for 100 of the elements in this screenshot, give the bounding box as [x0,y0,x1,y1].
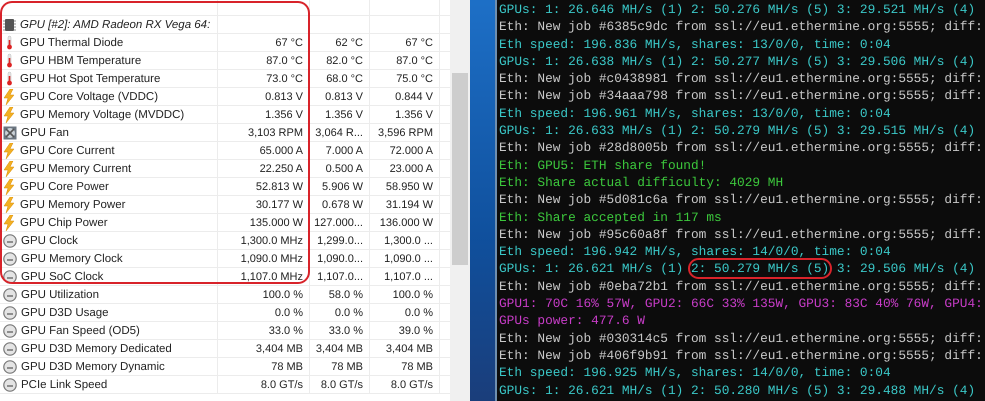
console-line: Eth: Share accepted in 117 ms [499,208,723,226]
maximum-value: 75.0 °C [396,72,433,84]
console-line: Eth: New job #6385c9dc from ssl://eu1.ethermine.org:5555; diff: [499,18,984,36]
current-value: 0.0 % [274,306,303,318]
maximum-value: 3,404 MB [386,342,433,354]
console-line: Eth: GPU5: ETH share found! [499,156,708,174]
current-value: 73.0 °C [266,72,303,84]
maximum-value: 78 MB [401,360,433,372]
maximum-value: 136.000 W [380,216,433,228]
console-line: Eth: New job #0eba72b1 from ssl://eu1.ethermine.org:5555; diff: [499,278,984,296]
lightning-icon [3,142,16,158]
console-line: GPU1: 70C 16% 57W, GPU2: 66C 33% 135W, GPU3: 83C 40% 76W, GPU4: [499,295,984,312]
sensor-label: GPU SoC Clock [21,270,104,282]
sensor-label: GPU Fan Speed (OD5) [21,324,140,336]
device-heading: GPU [#2]: AMD Radeon RX Vega 64: [20,18,210,30]
minimum-value: 0.0 % [334,306,363,318]
console-line: GPUs: 1: 26.621 MH/s (1) 2: 50.279 MH/s (5) 3: 29.506 MH/s (4) [499,260,985,278]
console-line: Eth: New job #5d081c6a from ssl://eu1.ethermine.org:5555; diff: [499,191,984,209]
console-line: GPUs: 1: 26.646 MH/s (1) 2: 50.276 MH/s (5) 3: 29.521 MH/s (4) [499,1,976,18]
console-line: Eth: New job #28d8005b from ssl://eu1.ethermine.org:5555; diff: [499,139,984,157]
current-value: 1.356 V [265,108,303,120]
maximum-value: 39.0 % [398,324,433,336]
current-value: 65.000 A [260,144,303,156]
sensor-label: GPU Core Voltage (VDDC) [20,90,158,102]
current-value: 135.000 W [250,216,303,228]
lightning-icon [3,214,16,230]
minimum-value: 5.906 W [322,180,363,192]
sensor-label: PCIe Link Speed [21,378,108,390]
sensor-label: GPU Core Current [20,144,115,156]
fan-icon [3,126,17,140]
current-value: 30.177 W [256,198,303,210]
sensor-label: GPU Thermal Diode [20,36,124,48]
sensor-label: GPU Chip Power [20,216,108,228]
console-line: Eth: New job #95c60a8f from ssl://eu1.ethermine.org:5555; diff: [499,226,984,244]
minimum-value: 62 °C [335,36,363,48]
sensor-label: GPU Memory Current [20,162,132,174]
minimum-value: 3,404 MB [316,342,363,354]
sensor-label: GPU Memory Clock [21,252,123,264]
maximum-value: 0.844 V [395,90,433,102]
minimum-value: 78 MB [331,360,363,372]
minimum-value: 1,299.0... [317,234,363,246]
lightning-icon [3,196,16,212]
maximum-value: 72.000 A [390,144,433,156]
scrollbar-thumb[interactable] [452,73,468,265]
console-line: Eth speed: 196.836 MH/s, shares: 13/0/0, time: 0:04 [499,36,892,53]
maximum-value: 23.000 A [390,162,433,174]
minimum-value: 0.813 V [325,90,363,102]
current-value: 100.0 % [262,288,303,300]
sensor-label: GPU Fan [21,126,69,138]
console-line: GPUs: 1: 26.633 MH/s (1) 2: 50.279 MH/s (5) 3: 29.515 MH/s (4) [499,122,976,140]
console-line: Eth speed: 196.961 MH/s, shares: 13/0/0, time: 0:04 [499,104,892,122]
current-value: 1,090.0 MHz [240,252,303,264]
console-line: Eth speed: 196.925 MH/s, shares: 14/0/0, time: 0:04 [499,364,892,382]
maximum-value: 3,596 RPM [378,126,433,138]
minimum-value: 8.0 GT/s [320,378,363,390]
current-value: 87.0 °C [266,54,303,66]
current-value: 1,300.0 MHz [240,234,303,246]
minimum-value: 0.500 A [326,162,363,174]
maximum-value: 58.950 W [386,180,433,192]
maximum-value: 1,300.0 ... [384,234,433,246]
minimum-value: 0.678 W [322,198,363,210]
lightning-icon [3,106,16,122]
console-line: GPUs power: 477.6 W [499,312,646,330]
maximum-value: 67 °C [405,36,433,48]
console-line: GPUs: 1: 26.621 MH/s (1) 2: 50.280 MH/s (5) 3: 29.488 MH/s (4) [499,382,976,399]
lightning-icon [3,178,16,194]
current-value: 0.813 V [265,90,303,102]
sensor-label: GPU Clock [21,234,78,246]
console-line: Eth: Share actual difficulty: 4029 MH [499,174,784,192]
minimum-value: 1,090.0... [317,252,363,264]
minimum-value: 3,064 R... [315,126,363,138]
sensor-label: GPU Hot Spot Temperature [20,72,160,84]
maximum-value: 8.0 GT/s [390,378,433,390]
sensor-label: GPU HBM Temperature [20,54,142,66]
minimum-value: 1,107.0... [317,270,363,282]
scrollbar[interactable] [450,0,470,401]
console-line: GPUs: 1: 26.638 MH/s (1) 2: 50.277 MH/s (5) 3: 29.506 MH/s (4) [499,52,976,70]
maximum-value: 87.0 °C [396,54,433,66]
minimum-value: 127.000... [314,216,363,228]
sensor-label: GPU D3D Usage [21,306,109,318]
minimum-value: 68.0 °C [326,72,363,84]
current-value: 1,107.0 MHz [240,270,303,282]
minimum-value: 58.0 % [328,288,363,300]
minimum-value: 33.0 % [328,324,363,336]
current-value: 3,404 MB [256,342,303,354]
console-line: Eth: New job #34aaa798 from ssl://eu1.ethermine.org:5555; diff: [499,87,984,105]
sensor-label: GPU Memory Voltage (MVDDC) [20,108,184,120]
maximum-value: 1,107.0 ... [384,270,433,282]
maximum-value: 100.0 % [392,288,433,300]
sensor-label: GPU Utilization [21,288,99,300]
sensor-label: GPU Core Power [20,180,109,192]
maximum-value: 31.194 W [386,198,433,210]
current-value: 52.813 W [256,180,303,192]
current-value: 3,103 RPM [248,126,303,138]
current-value: 78 MB [271,360,303,372]
maximum-value: 1,090.0 ... [384,252,433,264]
maximum-value: 1.356 V [395,108,433,120]
minimum-value: 7.000 A [326,144,363,156]
sensor-label: GPU Memory Power [20,198,126,210]
current-value: 33.0 % [268,324,303,336]
